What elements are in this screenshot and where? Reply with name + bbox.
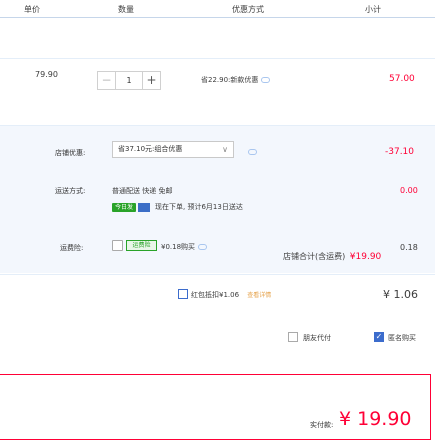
item-price: 79.90 [35,70,58,79]
item-promo-text: 省22.90:新款优惠 [201,76,259,84]
chat-icon[interactable] [261,77,271,83]
shop-coupon-select[interactable]: 省37.10元:组合优惠 ∨ [112,141,234,158]
shipping-label: 运送方式: [55,187,86,195]
friend-pay-label[interactable]: 朋友代付 [303,333,331,343]
delivery-badge: 今日发 [112,202,137,212]
insurance-checkbox[interactable] [112,240,123,251]
anonymous-label[interactable]: 匿名购买 [388,333,416,343]
insurance-fee: 0.18 [400,243,418,252]
insurance-price: ¥0.18购买 [161,243,196,251]
payment-summary [0,374,431,440]
shop-discount: -37.10 [385,147,415,157]
shop-total: 店铺合计(含运费) ¥19.90 [283,251,381,262]
shipping-note: 现在下单, 预计6月13日送达 [155,203,243,211]
shipping-fee: 0.00 [400,186,418,195]
header-quantity: 数量 [118,5,134,14]
shipping-eta: 今日发 现在下单, 预计6月13日送达 [112,202,243,212]
quantity-stepper: − 1 + [97,71,161,90]
qty-minus-button[interactable]: − [98,72,116,89]
item-subtotal: 57.00 [389,74,415,84]
shop-total-value: ¥19.90 [349,252,382,262]
anonymous-checkbox[interactable]: ✓ [374,332,384,342]
shipping-method: 普通配送 快递 免邮 [112,187,173,195]
header-promotion: 优惠方式 [232,5,264,14]
red-packet-label: 红包抵扣¥1.06 [191,291,240,299]
pay-label: 实付款: [310,421,334,429]
chat-icon[interactable] [248,149,257,155]
header-unit-price: 单价 [24,5,40,14]
red-packet-checkbox[interactable] [178,289,188,299]
red-packet-text: 红包抵扣¥1.06 查看详情 [191,290,271,300]
shop-coupon-label: 店铺优惠: [55,149,86,157]
delivery-badge-icon [138,202,151,212]
chevron-down-icon: ∨ [222,145,228,154]
insurance-logo-icon: 运费险 [126,240,157,251]
red-packet-details-link[interactable]: 查看详情 [247,292,271,299]
info-icon[interactable] [198,244,208,250]
pay-amount: ¥ 19.90 [339,408,412,430]
shop-coupon-value: 省37.10元:组合优惠 [118,145,183,153]
red-packet-value: ¥ 1.06 [383,288,418,301]
table-header: 单价 数量 优惠方式 小计 [0,0,435,18]
qty-plus-button[interactable]: + [142,72,160,89]
item-promo: 省22.90:新款优惠 [201,75,271,85]
insurance-label: 运费险: [60,244,84,252]
qty-input[interactable]: 1 [116,72,142,89]
insurance-text: ¥0.18购买 [161,242,208,252]
header-subtotal: 小计 [365,5,381,14]
shop-total-label: 店铺合计(含运费) [283,252,346,261]
friend-pay-checkbox[interactable] [288,332,298,342]
